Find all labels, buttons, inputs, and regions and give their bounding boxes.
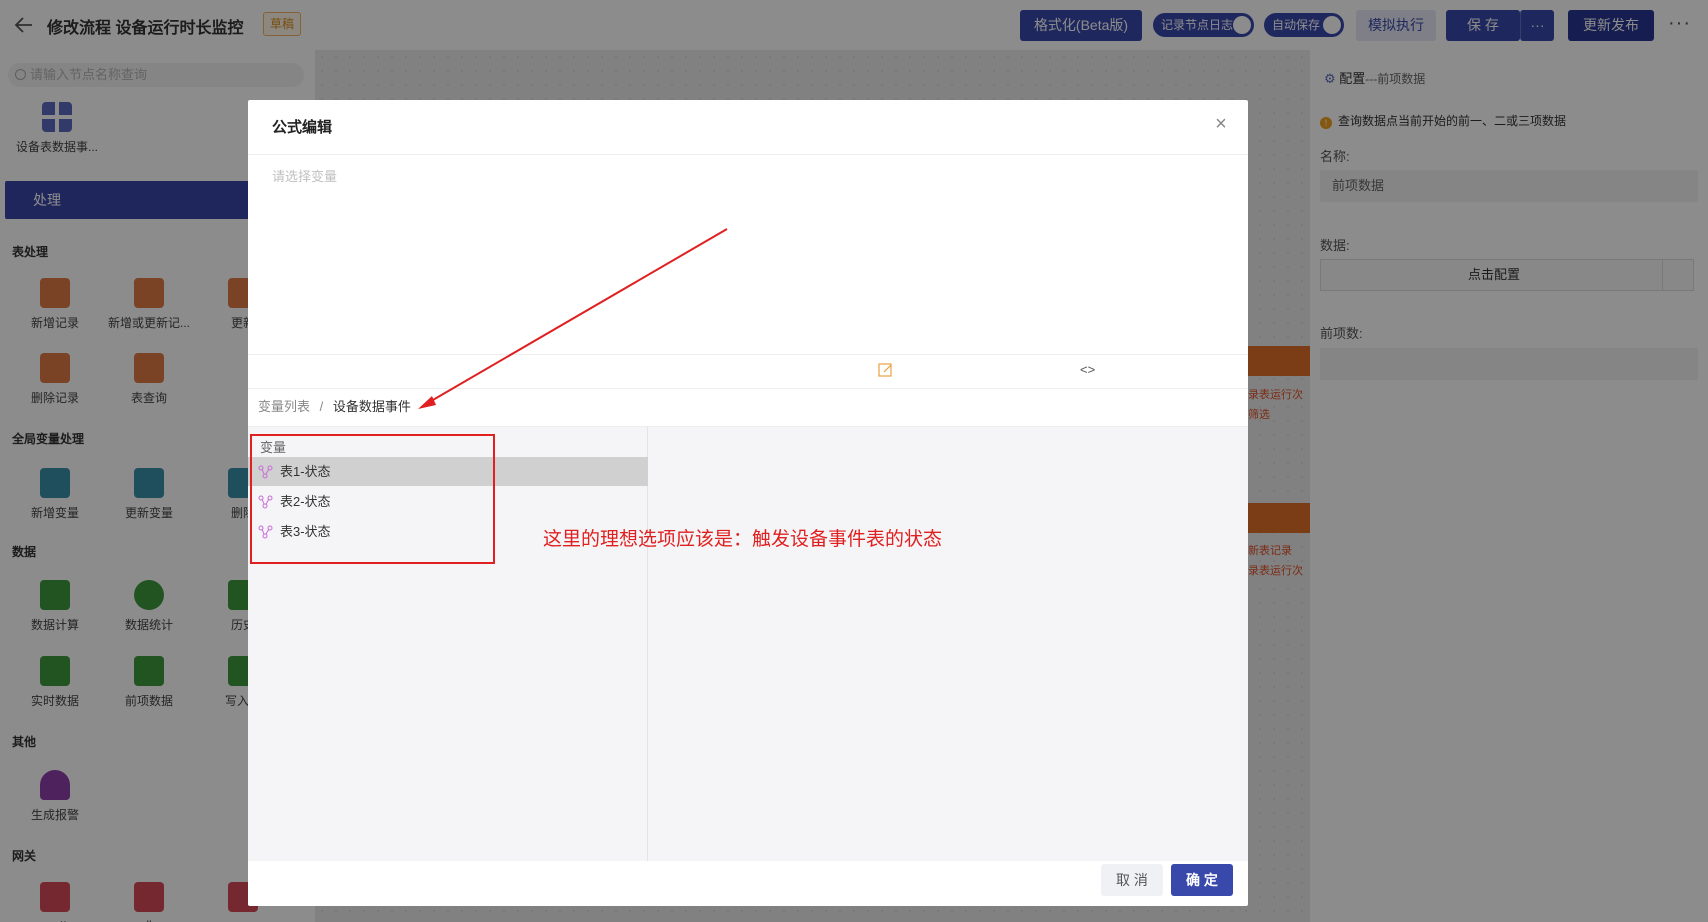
annotation-text: 这里的理想选项应该是：触发设备事件表的状态 (543, 529, 943, 550)
annotation-arrow-icon (418, 228, 728, 409)
